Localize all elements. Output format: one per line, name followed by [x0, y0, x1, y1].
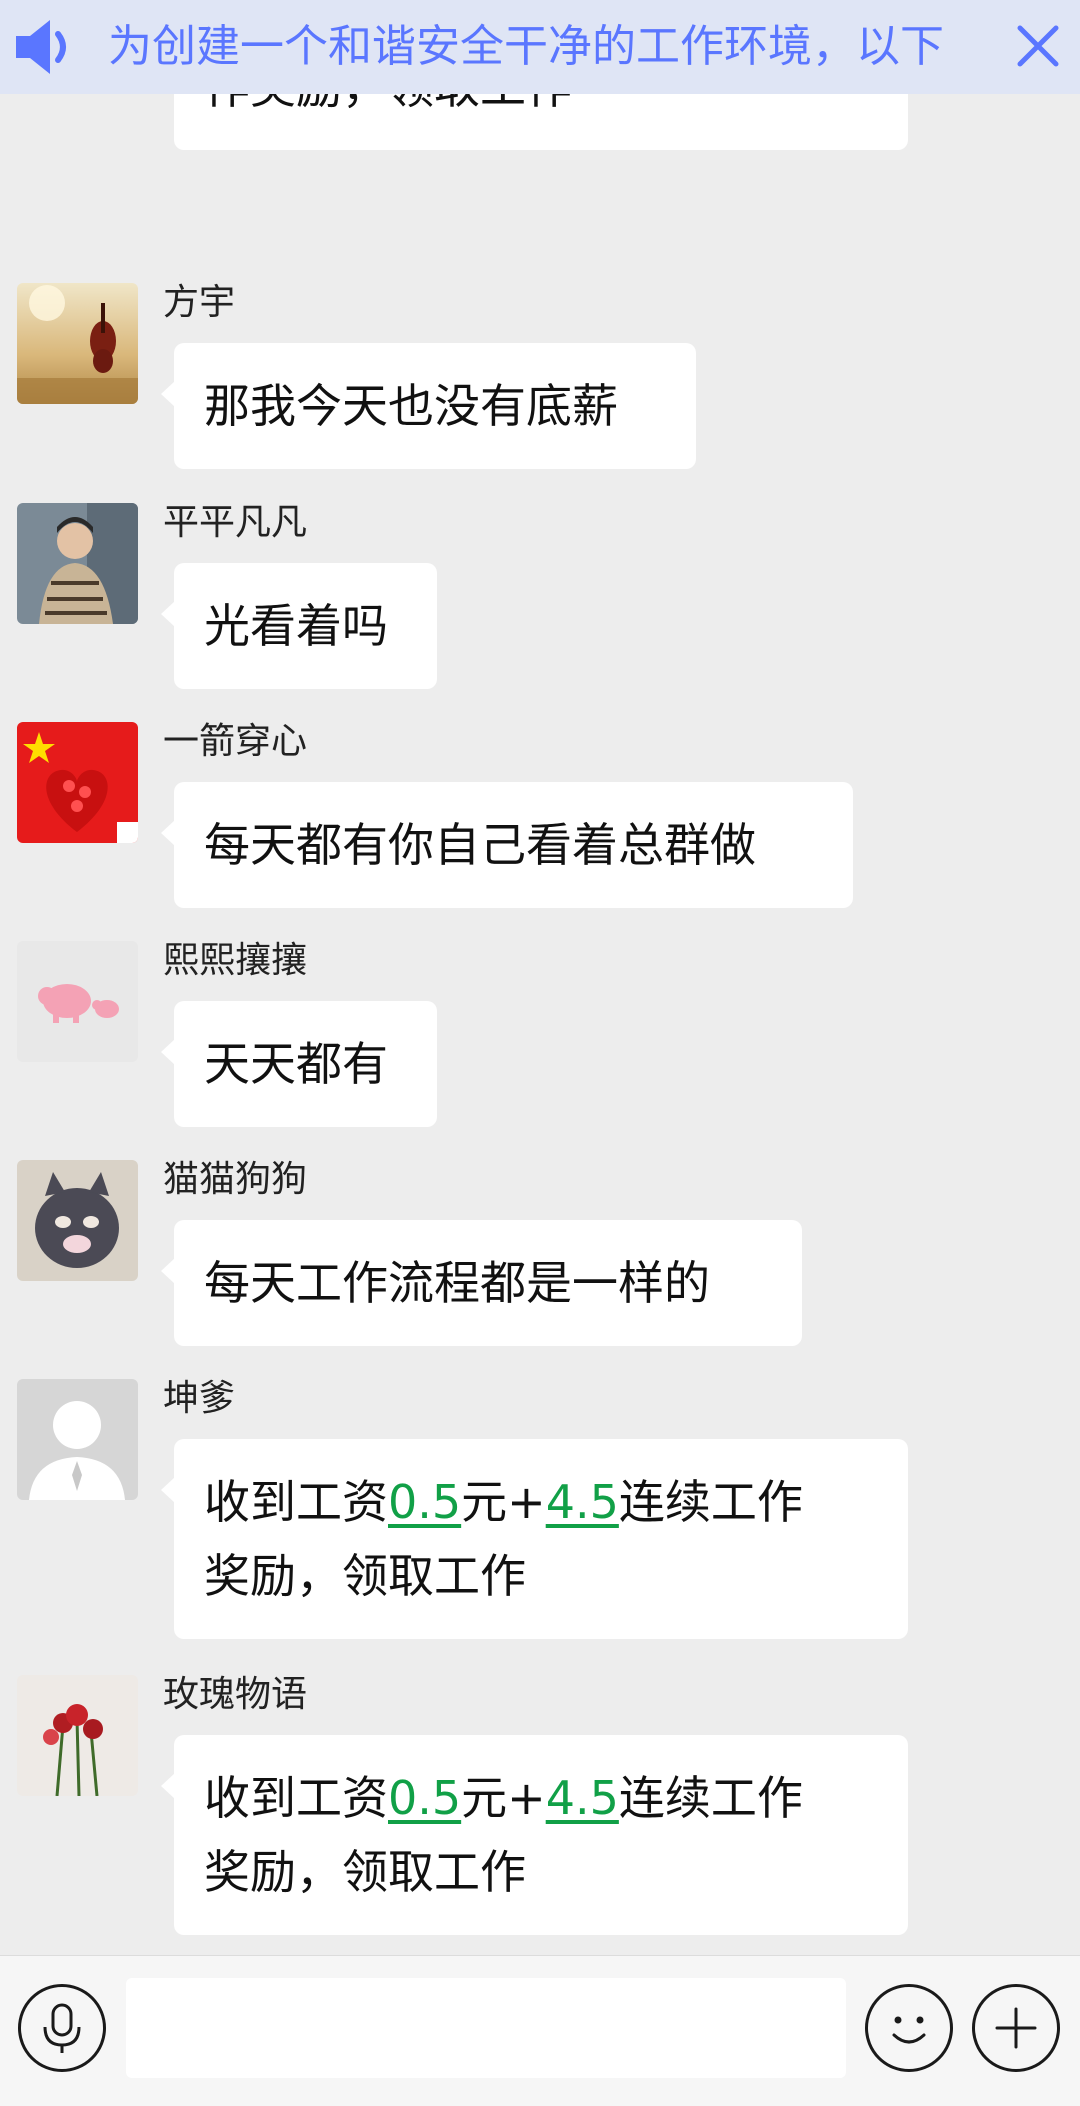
message-bubble[interactable]: 每天工作流程都是一样的: [161, 1220, 802, 1346]
message-bubble[interactable]: 光看着吗: [161, 563, 437, 689]
chat-message-list[interactable]: 收到工资0.5元+4.5元连续工作奖励，领取工作 方宇: [0, 0, 1080, 1955]
message-line: 收到工资0.5元+4.5连续工作: [204, 1761, 878, 1835]
amount-link[interactable]: 4.5: [546, 1771, 619, 1825]
speaker-icon: [12, 14, 78, 80]
roses-avatar-icon: [17, 1675, 138, 1796]
amount-link[interactable]: 0.5: [388, 1771, 461, 1825]
message-line: 光看着吗: [204, 589, 407, 663]
amount-link[interactable]: 4.5: [546, 1475, 619, 1529]
message-bubble[interactable]: 收到工资0.5元+4.5连续工作奖励，领取工作: [161, 1735, 908, 1935]
flag-heart-avatar-icon: [17, 722, 138, 843]
message-input[interactable]: [126, 1978, 846, 2078]
sender-name: 玫瑰物语: [163, 1674, 308, 1715]
message-text: 元+: [461, 1771, 546, 1825]
elephant-avatar-icon: [17, 941, 138, 1062]
message-text: 元+: [461, 1475, 546, 1529]
voice-button[interactable]: [18, 1984, 106, 2072]
message-line: 那我今天也没有底薪: [204, 369, 666, 443]
message-text: 奖励，领取工作: [204, 1549, 526, 1603]
chat-input-bar: [0, 1955, 1080, 2106]
avatar[interactable]: [17, 1160, 138, 1281]
message-text: 收到工资: [204, 1475, 388, 1529]
message-line: 每天工作流程都是一样的: [204, 1246, 772, 1320]
message-text: 每天工作流程都是一样的: [204, 1256, 710, 1310]
sender-name: 猫猫狗狗: [163, 1159, 308, 1200]
amount-link[interactable]: 0.5: [388, 1475, 461, 1529]
message-line: 奖励，领取工作: [204, 1539, 878, 1613]
avatar[interactable]: [17, 941, 138, 1062]
message-text: 收到工资: [204, 1771, 388, 1825]
avatar[interactable]: [17, 1675, 138, 1796]
sender-name: 方宇: [163, 282, 236, 323]
message-line: 天天都有: [204, 1027, 407, 1101]
emoji-button[interactable]: [865, 1984, 953, 2072]
announcement-text: 为创建一个和谐安全干净的工作环境，以下: [108, 21, 944, 72]
man-portrait-avatar-icon: [17, 503, 138, 624]
sender-name: 平平凡凡: [163, 502, 308, 543]
announcement-banner[interactable]: 为创建一个和谐安全干净的工作环境，以下: [0, 0, 1080, 94]
message-text: 奖励，领取工作: [204, 1845, 526, 1899]
sender-name: 坤爹: [163, 1378, 236, 1419]
sender-name: 熙熙攘攘: [163, 940, 308, 981]
close-icon[interactable]: [1010, 18, 1066, 74]
message-bubble[interactable]: 收到工资0.5元+4.5连续工作奖励，领取工作: [161, 1439, 908, 1639]
message-text: 天天都有: [204, 1037, 388, 1091]
message-bubble[interactable]: 天天都有: [161, 1001, 437, 1127]
avatar[interactable]: [17, 722, 138, 843]
sender-name: 一箭穿心: [163, 721, 308, 762]
message-bubble[interactable]: 每天都有你自己看着总群做: [161, 782, 853, 908]
message-text: 连续工作: [618, 1771, 803, 1825]
avatar[interactable]: [17, 283, 138, 404]
message-line: 每天都有你自己看着总群做: [204, 808, 823, 882]
message-line: 奖励，领取工作: [204, 1835, 878, 1909]
message-text: 光看着吗: [204, 599, 388, 653]
message-text: 连续工作: [618, 1475, 803, 1529]
message-text: 那我今天也没有底薪: [204, 379, 618, 433]
violin-avatar-icon: [17, 283, 138, 404]
more-button[interactable]: [972, 1984, 1060, 2072]
message-text: 每天都有你自己看着总群做: [204, 818, 756, 872]
message-bubble[interactable]: 那我今天也没有底薪: [161, 343, 696, 469]
microphone-icon: [43, 2003, 81, 2053]
smiley-icon: [892, 2016, 926, 2044]
plus-icon: [995, 2007, 1037, 2049]
avatar[interactable]: [17, 503, 138, 624]
plush-cat-avatar-icon: [17, 1160, 138, 1281]
avatar[interactable]: [17, 1379, 138, 1500]
message-line: 收到工资0.5元+4.5连续工作: [204, 1465, 878, 1539]
default-user-avatar-icon: [17, 1379, 138, 1500]
